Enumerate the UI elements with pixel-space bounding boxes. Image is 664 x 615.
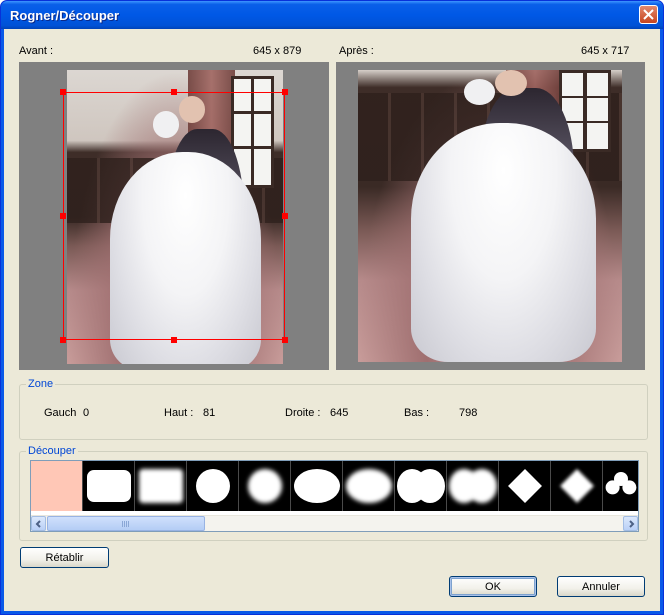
right-label: Droite : bbox=[285, 407, 321, 419]
cut-legend: Découper bbox=[28, 445, 76, 457]
shape-scrollbar[interactable] bbox=[31, 515, 638, 531]
window-title: Rogner/Découper bbox=[10, 8, 120, 23]
crop-handle-top-right[interactable] bbox=[282, 89, 288, 95]
shape-rounded-rect[interactable] bbox=[83, 461, 134, 511]
reset-button[interactable]: Rétablir bbox=[20, 547, 109, 568]
cancel-button[interactable]: Annuler bbox=[557, 576, 645, 597]
left-value: 0 bbox=[83, 407, 90, 419]
scroll-left-button[interactable] bbox=[31, 516, 46, 531]
shape-strip bbox=[31, 461, 638, 511]
shape-club[interactable] bbox=[603, 461, 638, 511]
top-value: 81 bbox=[203, 407, 216, 419]
bottom-label: Bas : bbox=[404, 407, 430, 419]
crop-handle-right[interactable] bbox=[282, 213, 288, 219]
after-label: Après : bbox=[339, 45, 374, 57]
shape-none[interactable] bbox=[31, 461, 82, 511]
left-label: Gauch bbox=[44, 407, 77, 419]
shape-soft-circle[interactable] bbox=[239, 461, 290, 511]
zone-legend: Zone bbox=[28, 378, 54, 390]
before-label: Avant : bbox=[19, 45, 54, 57]
crop-frame[interactable] bbox=[63, 92, 285, 340]
top-label: Haut : bbox=[164, 407, 194, 419]
shape-ellipse[interactable] bbox=[291, 461, 342, 511]
shape-soft-ellipse[interactable] bbox=[343, 461, 394, 511]
crop-handle-bottom[interactable] bbox=[171, 337, 177, 343]
shape-list[interactable] bbox=[30, 460, 639, 532]
shape-soft-diamond[interactable] bbox=[551, 461, 602, 511]
crop-dialog: Rogner/Découper Avant : 645 x 879 Après … bbox=[0, 0, 664, 615]
title-bar[interactable]: Rogner/Découper bbox=[1, 1, 663, 29]
crop-handle-bottom-right[interactable] bbox=[282, 337, 288, 343]
shape-soft-rect[interactable] bbox=[135, 461, 186, 511]
crop-handle-left[interactable] bbox=[60, 213, 66, 219]
before-size: 645 x 879 bbox=[253, 45, 302, 57]
after-preview-panel bbox=[336, 62, 645, 370]
bottom-value: 798 bbox=[459, 407, 478, 419]
scroll-thumb[interactable] bbox=[47, 516, 205, 531]
close-button[interactable] bbox=[639, 5, 658, 24]
shape-diamond[interactable] bbox=[499, 461, 550, 511]
ok-button[interactable]: OK bbox=[449, 576, 537, 597]
crop-handle-top[interactable] bbox=[171, 89, 177, 95]
after-photo bbox=[358, 70, 622, 362]
crop-handle-top-left[interactable] bbox=[60, 89, 66, 95]
right-value: 645 bbox=[330, 407, 349, 419]
shape-soft-double-circle[interactable] bbox=[447, 461, 498, 511]
shape-circle[interactable] bbox=[187, 461, 238, 511]
after-size: 645 x 717 bbox=[581, 45, 630, 57]
before-preview-panel[interactable] bbox=[19, 62, 329, 370]
dialog-client: Avant : 645 x 879 Après : 645 x 717 Zone… bbox=[4, 29, 660, 611]
shape-double-circle[interactable] bbox=[395, 461, 446, 511]
scroll-right-button[interactable] bbox=[623, 516, 638, 531]
crop-handle-bottom-left[interactable] bbox=[60, 337, 66, 343]
